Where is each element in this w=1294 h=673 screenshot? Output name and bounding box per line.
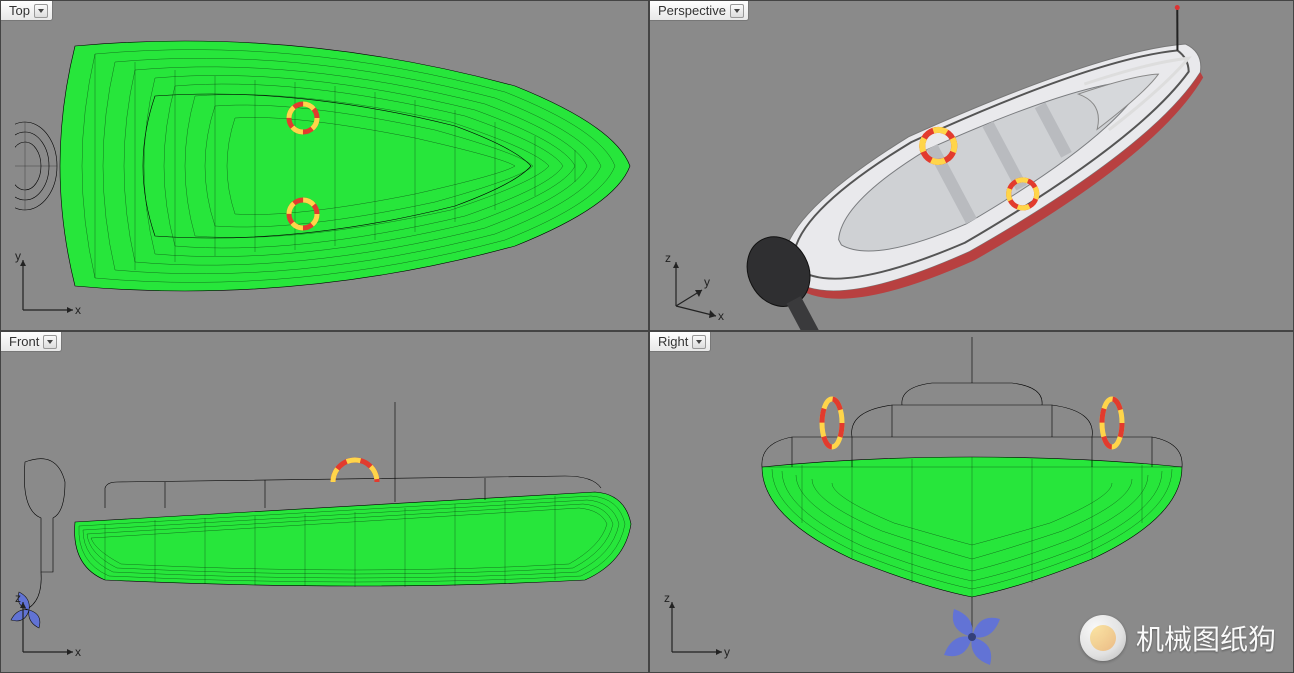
chevron-down-icon[interactable] [34,4,48,18]
viewport-front[interactable]: Front [0,331,649,673]
viewport-label-text: Right [658,334,688,349]
model-perspective-view [650,1,1293,330]
viewport-label-perspective[interactable]: Perspective [650,1,749,21]
chevron-down-icon[interactable] [43,335,57,349]
chevron-down-icon[interactable] [692,335,706,349]
viewport-grid: Top [0,0,1294,673]
model-right-view [650,332,1293,672]
viewport-label-text: Perspective [658,3,726,18]
outboard-motor-icon [11,459,65,628]
life-ring-icon [1102,399,1122,447]
viewport-label-front[interactable]: Front [1,332,62,352]
viewport-label-text: Front [9,334,39,349]
viewport-right[interactable]: Right [649,331,1294,673]
viewport-perspective[interactable]: Perspective [649,0,1294,331]
outboard-motor-icon [15,122,57,210]
viewport-label-top[interactable]: Top [1,1,53,21]
life-ring-icon [822,399,842,447]
propeller-icon [11,592,40,628]
viewport-label-text: Top [9,3,30,18]
viewport-top[interactable]: Top [0,0,649,331]
chevron-down-icon[interactable] [730,4,744,18]
model-top-view [1,1,648,330]
model-front-view [1,332,648,672]
viewport-label-right[interactable]: Right [650,332,711,352]
